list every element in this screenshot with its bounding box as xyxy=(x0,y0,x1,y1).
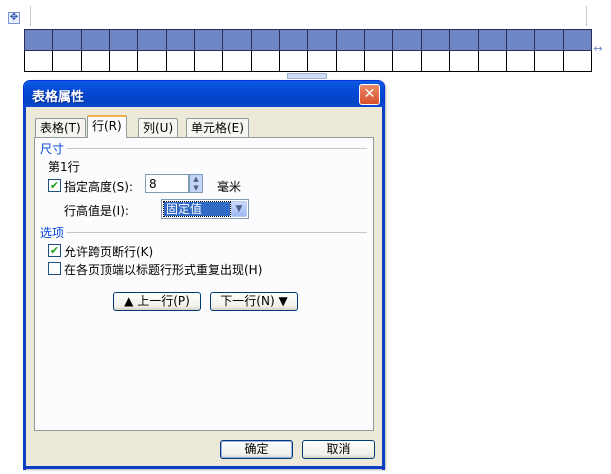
size-section-rule xyxy=(67,148,367,149)
table-cell[interactable] xyxy=(165,29,196,51)
allow-break-label: 允许跨页断行(K) xyxy=(64,245,154,259)
table-cell[interactable] xyxy=(279,50,309,72)
dialog-title: 表格属性 xyxy=(32,90,85,105)
cancel-button[interactable]: 取消 xyxy=(302,440,375,459)
table-cell[interactable] xyxy=(137,50,167,72)
size-section-title: 尺寸 xyxy=(40,142,65,156)
table-cell[interactable] xyxy=(477,50,507,72)
left-margin-mark xyxy=(30,6,31,26)
check-icon: ✔ xyxy=(49,179,60,192)
spin-up-icon[interactable]: ▲ xyxy=(190,175,202,183)
repeat-header-checkbox[interactable] xyxy=(48,262,61,275)
options-section-rule xyxy=(67,232,367,233)
row-height-mode-value: 固定值 xyxy=(163,201,231,217)
table-cell[interactable] xyxy=(52,29,82,51)
table-cell[interactable] xyxy=(109,29,139,51)
table-cell[interactable] xyxy=(534,50,564,72)
row-height-is-label: 行高值是(I): xyxy=(64,204,129,218)
specify-height-checkbox[interactable]: ✔ xyxy=(48,179,61,192)
row-height-mode-select[interactable]: 固定值 ▼ xyxy=(161,199,249,219)
table-cell[interactable] xyxy=(80,50,111,72)
close-button[interactable]: ✕ xyxy=(359,84,380,105)
table-cell[interactable] xyxy=(307,50,337,72)
table-cell[interactable] xyxy=(250,29,281,51)
row-height-input[interactable] xyxy=(145,174,189,193)
next-row-button[interactable]: 下一行(N) ▼ xyxy=(210,292,298,311)
table-cell[interactable] xyxy=(222,50,252,72)
table-cell[interactable] xyxy=(364,50,394,72)
table-cell[interactable] xyxy=(250,50,281,72)
chevron-down-icon[interactable]: ▼ xyxy=(231,201,247,217)
repeat-header-label: 在各页顶端以标题行形式重复出现(H) xyxy=(64,263,263,277)
table-cell[interactable] xyxy=(477,29,507,51)
column-marker[interactable] xyxy=(287,73,327,79)
table-cell[interactable] xyxy=(364,29,394,51)
dialog-border-left xyxy=(23,107,26,470)
right-margin-mark xyxy=(586,6,587,26)
spin-down-icon[interactable]: ▼ xyxy=(190,184,202,192)
table-cell[interactable] xyxy=(392,50,422,72)
table-resize-icon[interactable]: ↔ xyxy=(592,42,604,78)
table-cell[interactable] xyxy=(505,29,536,51)
dialog-titlebar[interactable]: 表格属性 ✕ xyxy=(24,81,384,107)
table-cell[interactable] xyxy=(335,50,366,72)
table-cell[interactable] xyxy=(335,29,366,51)
options-section-title: 选项 xyxy=(40,226,65,240)
table-cell[interactable] xyxy=(420,50,451,72)
table-cell[interactable] xyxy=(505,50,536,72)
row-number-label: 第1行 xyxy=(48,160,80,174)
check-icon: ✔ xyxy=(49,244,60,257)
dialog-border-bottom xyxy=(23,466,385,469)
table-cell[interactable] xyxy=(52,50,82,72)
table-row[interactable] xyxy=(23,50,593,72)
row-tab-panel: 尺寸 第1行 ✔ 指定高度(S): 毫米 行高值是(I): 选项 ✔ 允许跨页断… xyxy=(34,137,374,431)
table-cell[interactable] xyxy=(449,29,479,51)
document-table[interactable] xyxy=(23,29,593,72)
table-cell[interactable] xyxy=(420,29,451,51)
table-cell[interactable] xyxy=(23,50,54,72)
table-cell[interactable] xyxy=(562,50,593,72)
tab-column[interactable]: 列(U) xyxy=(138,118,179,137)
height-unit-label: 毫米 xyxy=(217,180,242,194)
table-cell[interactable] xyxy=(449,50,479,72)
table-cell[interactable] xyxy=(222,29,252,51)
table-cell[interactable] xyxy=(165,50,196,72)
tab-table[interactable]: 表格(T) xyxy=(35,118,86,137)
tab-cell[interactable]: 单元格(E) xyxy=(186,118,249,137)
specify-height-label: 指定高度(S): xyxy=(64,180,134,194)
table-cell[interactable] xyxy=(80,29,111,51)
tab-row[interactable]: 行(R) xyxy=(87,115,127,138)
ok-button[interactable]: 确定 xyxy=(220,440,293,459)
row-height-spinner[interactable]: ▲ ▼ xyxy=(189,174,203,193)
table-cell[interactable] xyxy=(534,29,564,51)
table-row-selected[interactable] xyxy=(23,29,593,51)
table-properties-dialog: 表格属性 ✕ 表格(T) 行(R) 列(U) 单元格(E) 尺寸 第1行 ✔ 指… xyxy=(23,80,385,470)
dialog-border-right xyxy=(382,107,385,470)
table-cell[interactable] xyxy=(109,50,139,72)
close-icon: ✕ xyxy=(363,86,376,102)
table-cell[interactable] xyxy=(279,29,309,51)
table-cell[interactable] xyxy=(137,29,167,51)
table-cell[interactable] xyxy=(392,29,422,51)
table-cell[interactable] xyxy=(23,29,54,51)
previous-row-button[interactable]: ▲ 上一行(P) xyxy=(113,292,201,311)
allow-break-checkbox[interactable]: ✔ xyxy=(48,244,61,257)
table-cell[interactable] xyxy=(194,29,224,51)
table-cell[interactable] xyxy=(194,50,224,72)
table-cell[interactable] xyxy=(307,29,337,51)
table-move-handle-icon[interactable]: ✥ xyxy=(8,12,20,24)
table-cell[interactable] xyxy=(562,29,593,51)
